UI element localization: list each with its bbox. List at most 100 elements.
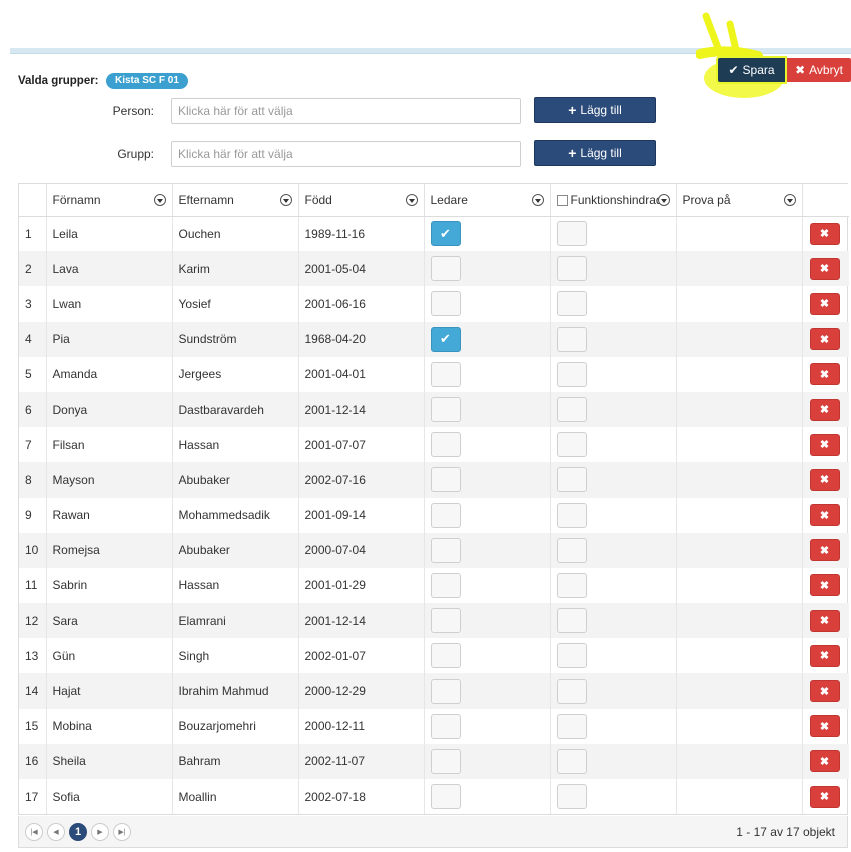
birth-date-cell[interactable]: 2001-07-07 xyxy=(298,427,425,463)
current-page-button[interactable]: 1 xyxy=(69,822,87,841)
delete-row-button[interactable]: ✖ xyxy=(809,222,840,245)
trial-cell[interactable] xyxy=(676,356,803,392)
birth-date-cell[interactable]: 1968-04-20 xyxy=(298,321,425,357)
last-name-cell[interactable]: Hassan xyxy=(172,567,299,604)
filter-icon[interactable] xyxy=(783,194,796,206)
disabled-checkbox[interactable] xyxy=(556,748,587,774)
group-badge[interactable]: Kista SC F 01 xyxy=(106,73,188,89)
last-name-cell[interactable]: Elamrani xyxy=(172,603,299,639)
birth-date-cell[interactable]: 2002-01-07 xyxy=(298,638,425,674)
disabled-checkbox[interactable] xyxy=(556,221,587,247)
delete-row-button[interactable]: ✖ xyxy=(809,644,840,667)
delete-row-button[interactable]: ✖ xyxy=(809,574,840,597)
header-efternamn[interactable]: Efternamn xyxy=(172,184,299,217)
last-name-cell[interactable]: Mohammedsadik xyxy=(172,497,299,533)
leader-checkbox[interactable]: ✔ xyxy=(430,221,461,247)
leader-checkbox[interactable] xyxy=(430,256,461,282)
disabled-checkbox[interactable] xyxy=(556,608,587,634)
disabled-checkbox[interactable] xyxy=(556,256,587,282)
header-fodd[interactable]: Född xyxy=(298,184,425,217)
disabled-checkbox[interactable] xyxy=(556,397,587,423)
save-button[interactable]: ✔ Spara xyxy=(718,58,785,82)
first-name-cell[interactable]: Sofia xyxy=(46,779,173,815)
birth-date-cell[interactable]: 2001-05-04 xyxy=(298,251,425,287)
last-name-cell[interactable]: Bouzarjomehri xyxy=(172,708,299,744)
birth-date-cell[interactable]: 2002-07-18 xyxy=(298,779,425,815)
trial-cell[interactable] xyxy=(676,532,803,568)
trial-cell[interactable] xyxy=(676,462,803,498)
birth-date-cell[interactable]: 2001-09-14 xyxy=(298,497,425,533)
leader-checkbox[interactable] xyxy=(430,467,461,493)
filter-icon[interactable] xyxy=(279,194,292,206)
next-page-icon[interactable]: ▶ xyxy=(91,822,109,841)
birth-date-cell[interactable]: 2002-07-16 xyxy=(298,462,425,498)
add-person-button[interactable]: + Lägg till xyxy=(534,97,656,123)
first-name-cell[interactable]: Rawan xyxy=(46,497,173,533)
disabled-checkbox[interactable] xyxy=(556,713,587,739)
delete-row-button[interactable]: ✖ xyxy=(809,609,840,632)
first-page-icon[interactable]: |◀ xyxy=(25,822,43,841)
delete-row-button[interactable]: ✖ xyxy=(809,433,840,456)
last-name-cell[interactable]: Bahram xyxy=(172,743,299,779)
header-ledare[interactable]: Ledare xyxy=(424,184,551,217)
delete-row-button[interactable]: ✖ xyxy=(809,680,840,703)
birth-date-cell[interactable]: 2000-07-04 xyxy=(298,532,425,568)
delete-row-button[interactable]: ✖ xyxy=(809,257,840,280)
last-name-cell[interactable]: Dastbaravardeh xyxy=(172,391,299,428)
disabled-checkbox[interactable] xyxy=(556,784,587,810)
leader-checkbox[interactable] xyxy=(430,643,461,669)
first-name-cell[interactable]: Mobina xyxy=(46,708,173,744)
leader-checkbox[interactable] xyxy=(430,678,461,704)
first-name-cell[interactable]: Donya xyxy=(46,391,173,428)
disabled-checkbox[interactable] xyxy=(556,537,587,563)
filter-icon[interactable] xyxy=(531,194,544,206)
leader-checkbox[interactable] xyxy=(430,784,461,810)
filter-icon[interactable] xyxy=(153,194,166,206)
delete-row-button[interactable]: ✖ xyxy=(809,328,840,351)
last-name-cell[interactable]: Moallin xyxy=(172,779,299,815)
trial-cell[interactable] xyxy=(676,708,803,744)
leader-checkbox[interactable] xyxy=(430,713,461,739)
last-name-cell[interactable]: Singh xyxy=(172,638,299,674)
last-page-icon[interactable]: ▶| xyxy=(113,822,131,841)
leader-checkbox[interactable] xyxy=(430,572,461,598)
delete-row-button[interactable]: ✖ xyxy=(809,363,840,386)
first-name-cell[interactable]: Leila xyxy=(46,216,173,252)
last-name-cell[interactable]: Abubaker xyxy=(172,462,299,498)
filter-icon[interactable] xyxy=(657,194,670,206)
trial-cell[interactable] xyxy=(676,567,803,604)
last-name-cell[interactable]: Jergees xyxy=(172,356,299,392)
header-fornamn[interactable]: Förnamn xyxy=(46,184,173,217)
birth-date-cell[interactable]: 2000-12-29 xyxy=(298,673,425,709)
trial-cell[interactable] xyxy=(676,779,803,815)
trial-cell[interactable] xyxy=(676,638,803,674)
first-name-cell[interactable]: Sabrin xyxy=(46,567,173,604)
first-name-cell[interactable]: Romejsa xyxy=(46,532,173,568)
last-name-cell[interactable]: Hassan xyxy=(172,427,299,463)
last-name-cell[interactable]: Karim xyxy=(172,251,299,287)
last-name-cell[interactable]: Yosief xyxy=(172,286,299,322)
trial-cell[interactable] xyxy=(676,497,803,533)
disabled-checkbox[interactable] xyxy=(556,326,587,352)
header-funktionshindrad[interactable]: Funktionshindrad xyxy=(550,184,677,217)
trial-cell[interactable] xyxy=(676,251,803,287)
leader-checkbox[interactable] xyxy=(430,291,461,317)
trial-cell[interactable] xyxy=(676,286,803,322)
leader-checkbox[interactable]: ✔ xyxy=(430,326,461,352)
trial-cell[interactable] xyxy=(676,673,803,709)
leader-checkbox[interactable] xyxy=(430,502,461,528)
last-name-cell[interactable]: Ouchen xyxy=(172,216,299,252)
first-name-cell[interactable]: Hajat xyxy=(46,673,173,709)
first-name-cell[interactable]: Amanda xyxy=(46,356,173,392)
delete-row-button[interactable]: ✖ xyxy=(809,750,840,773)
birth-date-cell[interactable]: 2001-01-29 xyxy=(298,567,425,604)
header-prova-pa[interactable]: Prova på xyxy=(676,184,803,217)
select-all-checkbox[interactable] xyxy=(556,195,568,207)
last-name-cell[interactable]: Sundström xyxy=(172,321,299,357)
leader-checkbox[interactable] xyxy=(430,608,461,634)
birth-date-cell[interactable]: 2002-11-07 xyxy=(298,743,425,779)
disabled-checkbox[interactable] xyxy=(556,432,587,458)
trial-cell[interactable] xyxy=(676,391,803,428)
first-name-cell[interactable]: Sheila xyxy=(46,743,173,779)
first-name-cell[interactable]: Sara xyxy=(46,603,173,639)
